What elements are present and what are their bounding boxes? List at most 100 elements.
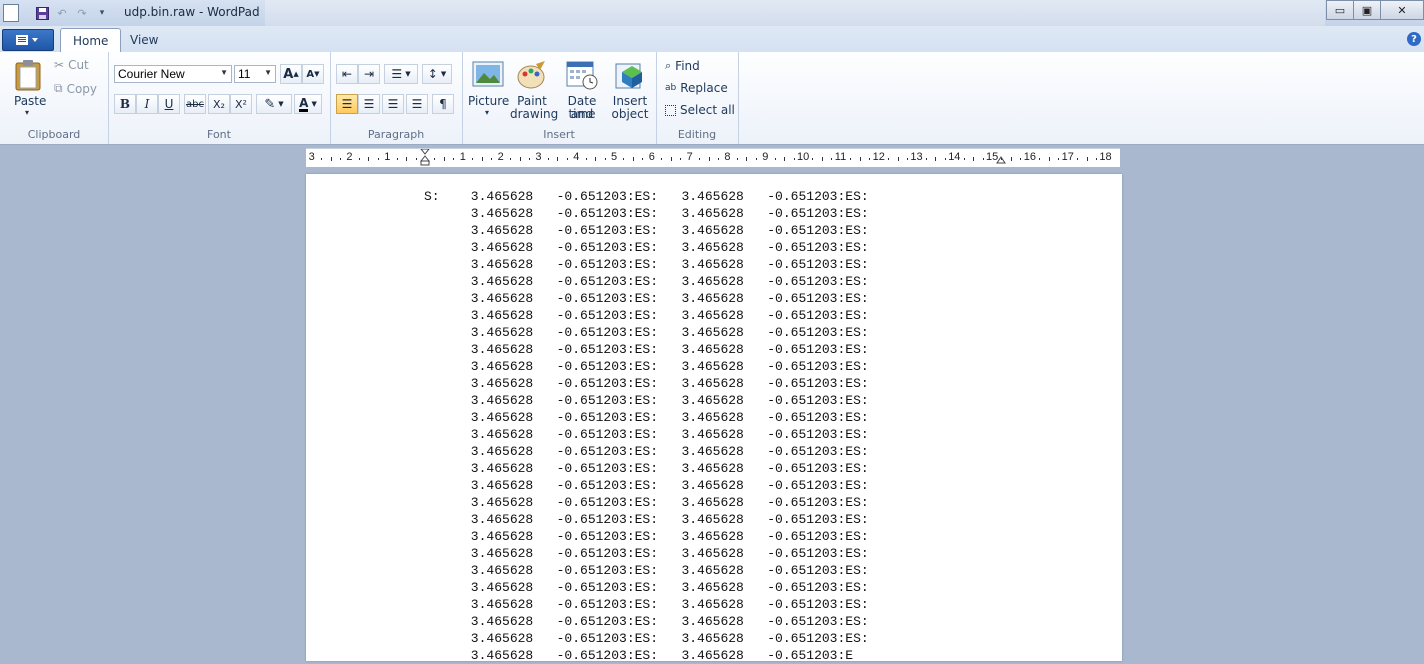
paragraph-dialog-icon[interactable]: ¶: [432, 94, 454, 114]
shrink-font-button[interactable]: A ▼: [302, 64, 324, 84]
insert-group: Picture ▾ Paint drawing Date and time In…: [462, 52, 657, 144]
editing-group-label: Editing: [677, 128, 717, 141]
minimize-button[interactable]: ▭: [1326, 0, 1354, 20]
ruler-tick: [358, 158, 360, 160]
horizontal-ruler[interactable]: 3 2 1 1 2 3 4 5 6 7 8 9 10 11 12 13 14 15 16 17 18: [306, 148, 1120, 167]
save-icon[interactable]: [34, 5, 50, 21]
insert-object-button[interactable]: Insert object: [610, 58, 650, 122]
ruler-tick: [774, 158, 776, 160]
shrink-font-caret-icon: ▼: [314, 70, 320, 78]
decrease-indent-icon[interactable]: ⇤: [336, 64, 358, 84]
replace-button[interactable]: ab Replace: [665, 81, 728, 95]
ribbon: Paste ▾ ✂ Cut ⧉ Copy Clipboard Courier N…: [0, 52, 1424, 145]
font-color-button[interactable]: A ▼: [294, 94, 322, 114]
wordpad-app-icon[interactable]: [3, 4, 19, 22]
ruler-label: 10: [797, 151, 810, 163]
font-family-select[interactable]: Courier New ▼: [114, 65, 232, 83]
application-menu-button[interactable]: [2, 29, 54, 51]
paste-dropdown-icon[interactable]: ▾: [25, 108, 29, 117]
select-all-button[interactable]: Select all: [665, 103, 735, 117]
italic-button[interactable]: I: [136, 94, 158, 114]
ruler-tick: [963, 158, 965, 160]
grow-font-label: A: [283, 66, 294, 82]
ruler-tick: [321, 158, 323, 160]
tab-home[interactable]: Home: [60, 28, 122, 53]
underline-button[interactable]: U: [158, 94, 180, 114]
scissors-icon: ✂: [54, 58, 65, 72]
align-right-icon[interactable]: ☰: [382, 94, 404, 114]
font-size-value: 11: [238, 67, 251, 81]
ruler-label: 8: [724, 151, 731, 163]
ruler-tick: [746, 157, 748, 161]
ruler-tick: [850, 158, 852, 160]
ruler-tick: [812, 158, 814, 160]
cut-button[interactable]: ✂ Cut: [54, 58, 89, 72]
increase-indent-icon[interactable]: ⇥: [358, 64, 380, 84]
bullet-list-icon: ☰: [391, 67, 403, 81]
maximize-button[interactable]: ▣: [1353, 0, 1381, 20]
ruler-tick: [1058, 158, 1060, 160]
ruler-tick: [888, 158, 890, 160]
cut-label: Cut: [68, 58, 89, 72]
document-page[interactable]: S: 3.465628 -0.651203:ES: 3.465628 -0.65…: [306, 174, 1122, 664]
title-bar: ↶ ↷ ▾ udp.bin.raw - WordPad ▭ ▣ ✕: [0, 0, 1424, 26]
justify-icon[interactable]: ☰: [406, 94, 428, 114]
date-and-time-button[interactable]: Date and time: [558, 58, 606, 122]
ruler-tick: [472, 158, 474, 160]
grow-font-button[interactable]: A ▲: [280, 64, 302, 84]
insert-group-label: Insert: [543, 128, 575, 141]
tab-view[interactable]: View: [118, 28, 170, 51]
undo-icon[interactable]: ↶: [54, 5, 70, 21]
picture-icon: [472, 61, 504, 87]
ruler-tick: [491, 158, 493, 160]
find-button[interactable]: ⌕ Find: [665, 59, 700, 73]
copy-button[interactable]: ⧉ Copy: [54, 81, 97, 96]
highlight-color-button[interactable]: ✎ ▼: [256, 94, 292, 114]
paste-button[interactable]: Paste ▾: [12, 58, 47, 117]
clipboard-group: Paste ▾ ✂ Cut ⧉ Copy Clipboard: [0, 52, 109, 144]
ruler-tick: [973, 157, 975, 161]
subscript-button[interactable]: X₂: [208, 94, 230, 114]
close-button[interactable]: ✕: [1380, 0, 1424, 20]
paint-drawing-button[interactable]: Paint drawing: [510, 58, 558, 122]
document-text[interactable]: S: 3.465628 -0.651203:ES: 3.465628 -0.65…: [424, 188, 869, 664]
ruler-tick: [585, 158, 587, 160]
ruler-label: 11: [834, 151, 847, 163]
ruler-tick: [1020, 158, 1022, 160]
indent-marker-icon[interactable]: [419, 148, 431, 166]
ruler-tick: [368, 157, 370, 161]
ruler-label: 4: [573, 151, 580, 163]
replace-label: Replace: [680, 81, 728, 95]
ruler-tick: [670, 157, 672, 161]
ruler-label: 9: [762, 151, 769, 163]
chevron-down-icon: ▼: [220, 68, 228, 77]
ruler-tick: [642, 158, 644, 160]
ruler-tick: [519, 157, 521, 161]
align-center-icon[interactable]: ☰: [358, 94, 380, 114]
help-icon[interactable]: ?: [1407, 32, 1421, 46]
paste-label: Paste: [14, 94, 47, 108]
strikethrough-button[interactable]: abc: [184, 94, 206, 114]
ruler-tick: [566, 158, 568, 160]
customize-qat-icon[interactable]: ▾: [94, 5, 110, 21]
ruler-label: 15: [986, 151, 999, 163]
insert-picture-button[interactable]: Picture ▾: [468, 58, 509, 122]
align-left-icon[interactable]: ☰: [336, 94, 358, 114]
ruler-tick: [717, 158, 719, 160]
line-spacing-button[interactable]: ↕ ▼: [422, 64, 452, 84]
ruler-tick: [1095, 158, 1097, 160]
ruler-tick: [661, 158, 663, 160]
ruler-tick: [481, 157, 483, 161]
ruler-tick: [415, 158, 417, 160]
ruler-tick: [604, 158, 606, 160]
highlighter-icon: ✎: [264, 96, 276, 112]
chevron-down-icon: ▼: [405, 70, 411, 78]
redo-icon[interactable]: ↷: [74, 5, 90, 21]
superscript-button[interactable]: X²: [230, 94, 252, 114]
ruler-tick: [708, 157, 710, 161]
bold-button[interactable]: B: [114, 94, 136, 114]
font-size-select[interactable]: 11 ▼: [234, 65, 276, 83]
ruler-tick: [557, 157, 559, 161]
bullet-list-button[interactable]: ☰ ▼: [384, 64, 418, 84]
ruler-tick: [1001, 158, 1003, 160]
